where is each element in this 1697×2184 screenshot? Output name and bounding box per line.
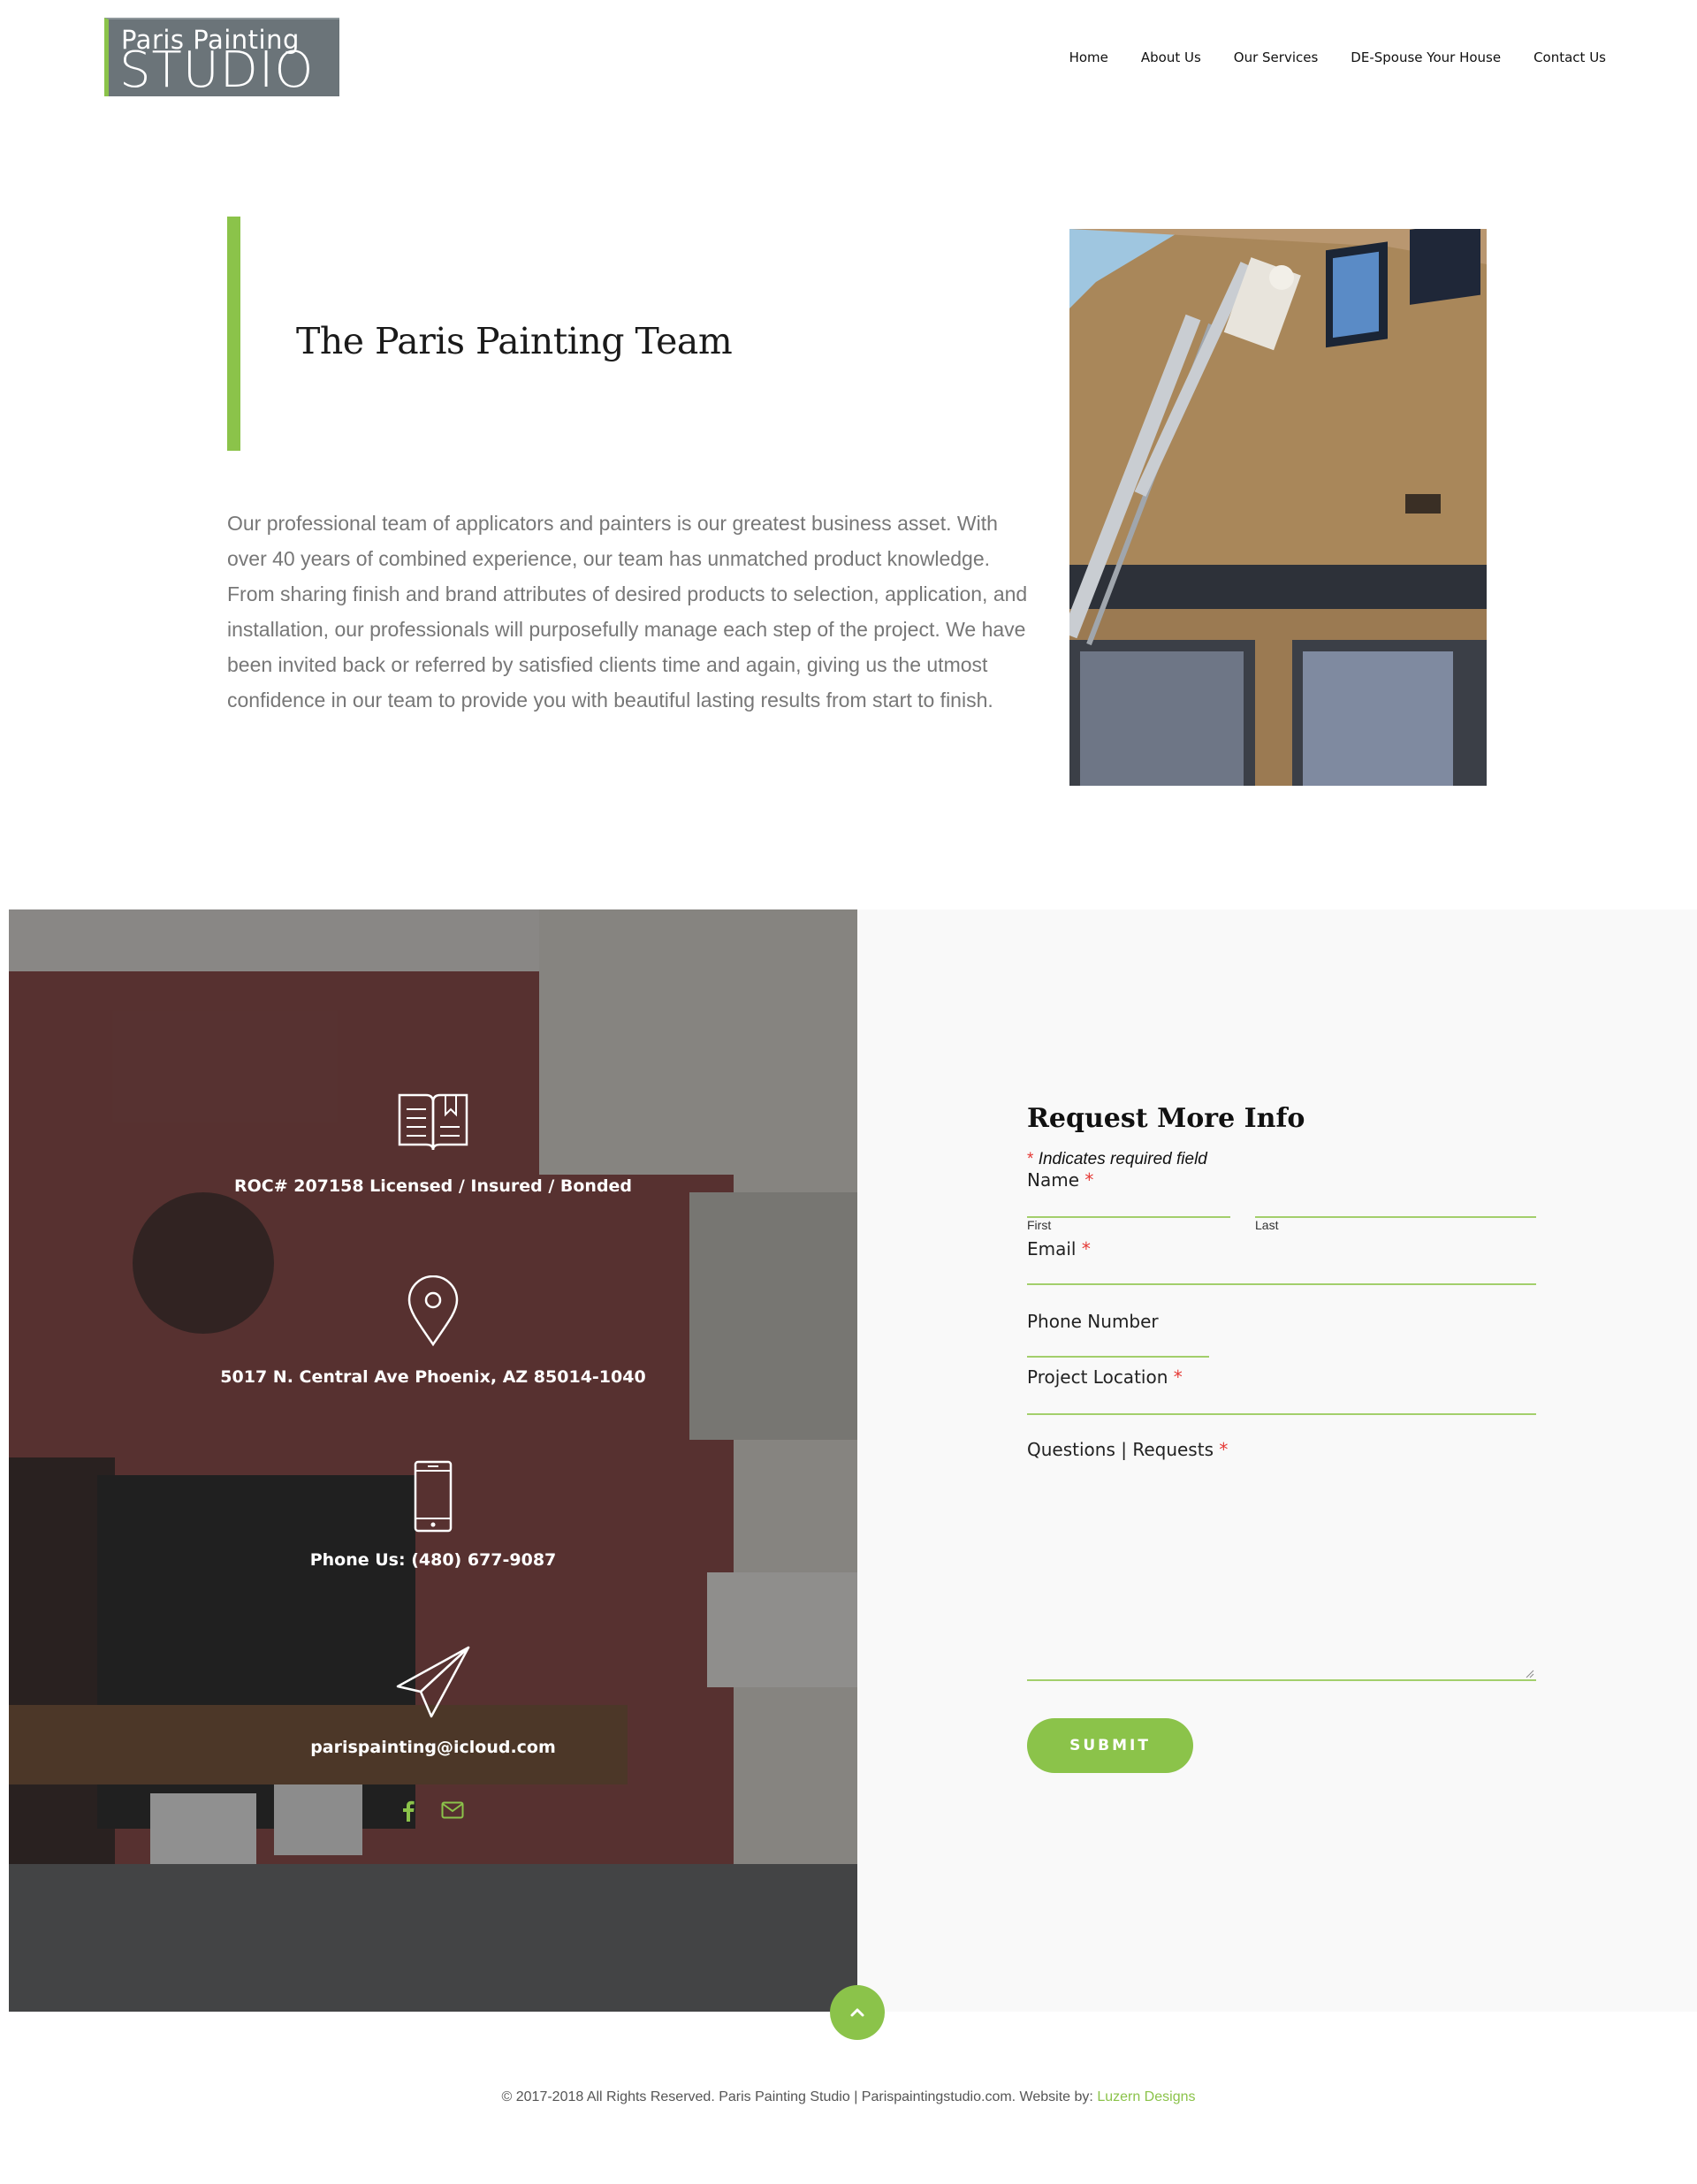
email-input[interactable]: [1027, 1283, 1536, 1285]
questions-textarea[interactable]: [1027, 1679, 1536, 1681]
paper-plane-icon: [396, 1646, 470, 1718]
nav-our-services[interactable]: Our Services: [1234, 49, 1319, 65]
first-name-sublabel: First: [1027, 1218, 1052, 1232]
back-to-top-button[interactable]: [830, 1985, 885, 2040]
team-description: Our professional team of applicators and…: [227, 512, 1028, 712]
nav-de-spouse[interactable]: DE-Spouse Your House: [1351, 49, 1501, 65]
last-name-sublabel: Last: [1255, 1218, 1279, 1232]
nav-contact-us[interactable]: Contact Us: [1533, 49, 1606, 65]
main-nav: Home About Us Our Services DE-Spouse You…: [1037, 49, 1606, 65]
site-logo[interactable]: Paris Painting STUDIO: [104, 18, 339, 99]
chevron-up-icon: [850, 2008, 864, 2017]
address-text: 5017 N. Central Ave Phoenix, AZ 85014-10…: [220, 1367, 646, 1387]
logo-line-2: STUDIO: [119, 42, 315, 99]
team-title: The Paris Painting Team: [296, 320, 733, 362]
book-icon: [398, 1093, 468, 1151]
form-title: Request More Info: [1027, 1103, 1305, 1134]
nav-about-us[interactable]: About Us: [1141, 49, 1201, 65]
address-block: 5017 N. Central Ave Phoenix, AZ 85014-10…: [9, 1275, 857, 1387]
phone-text[interactable]: Phone Us: (480) 677-9087: [9, 1550, 857, 1570]
questions-label: Questions | Requests *: [1027, 1439, 1229, 1460]
site-header: Paris Painting STUDIO Home About Us Our …: [0, 0, 1697, 115]
page: Paris Painting STUDIO Home About Us Our …: [0, 0, 1697, 2184]
phone-number-input[interactable]: [1027, 1356, 1209, 1358]
location-pin-icon: [407, 1275, 459, 1347]
mobile-phone-icon: [414, 1460, 453, 1533]
license-block: ROC# 207158 Licensed / Insured / Bonded: [9, 1090, 857, 1196]
license-text: ROC# 207158 Licensed / Insured / Bonded: [233, 1176, 633, 1196]
site-footer: © 2017-2018 All Rights Reserved. Paris P…: [0, 2089, 1697, 2105]
first-name-input[interactable]: [1027, 1216, 1230, 1218]
phone-block: Phone Us: (480) 677-9087: [9, 1460, 857, 1570]
email-block: parispainting@icloud.com: [9, 1646, 857, 1757]
request-form-panel: [857, 909, 1697, 2012]
facebook-icon[interactable]: [402, 1800, 415, 1828]
last-name-input[interactable]: [1255, 1216, 1536, 1218]
email-label: Email *: [1027, 1238, 1091, 1259]
footer-credit-link[interactable]: Luzern Designs: [1097, 2089, 1195, 2104]
email-text[interactable]: parispainting@icloud.com: [9, 1738, 857, 1757]
nav-home[interactable]: Home: [1069, 49, 1108, 65]
name-label: Name *: [1027, 1169, 1094, 1191]
project-location-label: Project Location *: [1027, 1366, 1183, 1388]
social-links: [9, 1800, 857, 1828]
phone-number-label: Phone Number: [1027, 1311, 1159, 1332]
required-note: * Indicates required field: [1027, 1150, 1207, 1168]
title-accent-bar: [227, 217, 240, 451]
resize-handle-icon[interactable]: [1524, 1668, 1534, 1678]
mail-icon[interactable]: [441, 1800, 464, 1828]
project-location-input[interactable]: [1027, 1413, 1536, 1415]
footer-copyright: © 2017-2018 All Rights Reserved. Paris P…: [501, 2089, 1093, 2104]
team-photo: [1069, 229, 1487, 786]
submit-button[interactable]: SUBMIT: [1027, 1718, 1193, 1773]
